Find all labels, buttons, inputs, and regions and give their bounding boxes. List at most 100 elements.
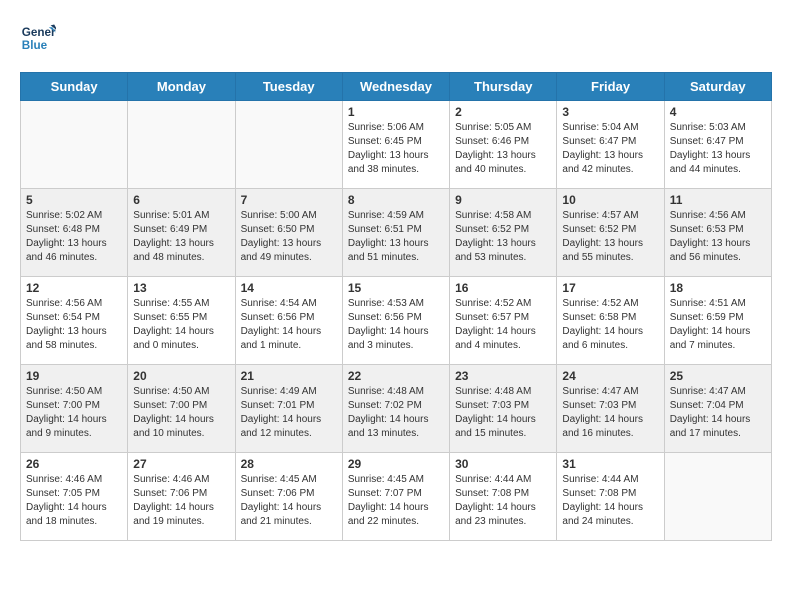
weekday-header: Friday <box>557 73 664 101</box>
calendar-cell: 8Sunrise: 4:59 AM Sunset: 6:51 PM Daylig… <box>342 189 449 277</box>
day-info: Sunrise: 4:45 AM Sunset: 7:06 PM Dayligh… <box>241 473 337 529</box>
day-info: Sunrise: 4:57 AM Sunset: 6:52 PM Dayligh… <box>562 209 658 265</box>
day-info: Sunrise: 5:01 AM Sunset: 6:49 PM Dayligh… <box>133 209 229 265</box>
day-number: 6 <box>133 193 229 207</box>
day-number: 21 <box>241 369 337 383</box>
day-number: 8 <box>348 193 444 207</box>
calendar-cell: 14 Sunrise: 4:54 AM Sunset: 6:56 PM Dayli… <box>235 277 342 365</box>
calendar-cell: 29 Sunrise: 4:45 AM Sunset: 7:07 PM Dayli… <box>342 453 449 541</box>
day-number: 4 <box>670 105 766 119</box>
calendar-cell: 9 Sunrise: 4:58 AM Sunset: 6:52 PM Daylig… <box>450 189 557 277</box>
day-number: 3 <box>562 105 658 119</box>
weekday-header: Saturday <box>664 73 771 101</box>
calendar-week-row: 19 Sunrise: 4:50 AM Sunset: 7:00 PM Dayli… <box>21 365 772 453</box>
day-info: Sunrise: 4:56 AM Sunset: 6:53 PM Dayligh… <box>670 209 766 265</box>
day-info: Sunrise: 5:02 AM Sunset: 6:48 PM Dayligh… <box>26 209 122 265</box>
calendar-week-row: 5 Sunrise: 5:02 AM Sunset: 6:48 PM Daylig… <box>21 189 772 277</box>
day-info: Sunrise: 5:00 AM Sunset: 6:50 PM Dayligh… <box>241 209 337 265</box>
calendar-cell: 18 Sunrise: 4:51 AM Sunset: 6:59 PM Dayli… <box>664 277 771 365</box>
weekday-header: Wednesday <box>342 73 449 101</box>
weekday-header: Sunday <box>21 73 128 101</box>
day-number: 28 <box>241 457 337 471</box>
day-info: Sunrise: 5:06 AM Sunset: 6:45 PM Dayligh… <box>348 121 444 177</box>
day-info: Sunrise: 4:51 AM Sunset: 6:59 PM Dayligh… <box>670 297 766 353</box>
day-number: 1 <box>348 105 444 119</box>
calendar-cell: 22 Sunrise: 4:48 AM Sunset: 7:02 PM Dayli… <box>342 365 449 453</box>
day-number: 29 <box>348 457 444 471</box>
calendar-cell: 24Sunrise: 4:47 AM Sunset: 7:03 PM Dayli… <box>557 365 664 453</box>
calendar-cell: 28 Sunrise: 4:45 AM Sunset: 7:06 PM Dayli… <box>235 453 342 541</box>
day-info: Sunrise: 4:58 AM Sunset: 6:52 PM Dayligh… <box>455 209 551 265</box>
day-info: Sunrise: 4:52 AM Sunset: 6:57 PM Dayligh… <box>455 297 551 353</box>
day-info: Sunrise: 4:48 AM Sunset: 7:03 PM Dayligh… <box>455 385 551 441</box>
calendar-cell: 7 Sunrise: 5:00 AM Sunset: 6:50 PM Daylig… <box>235 189 342 277</box>
day-info: Sunrise: 4:44 AM Sunset: 7:08 PM Dayligh… <box>562 473 658 529</box>
day-number: 31 <box>562 457 658 471</box>
day-info: Sunrise: 4:55 AM Sunset: 6:55 PM Dayligh… <box>133 297 229 353</box>
day-number: 15 <box>348 281 444 295</box>
day-number: 5 <box>26 193 122 207</box>
calendar-cell <box>235 101 342 189</box>
day-info: Sunrise: 4:46 AM Sunset: 7:06 PM Dayligh… <box>133 473 229 529</box>
day-number: 17 <box>562 281 658 295</box>
calendar-cell: 11 Sunrise: 4:56 AM Sunset: 6:53 PM Dayli… <box>664 189 771 277</box>
day-info: Sunrise: 5:03 AM Sunset: 6:47 PM Dayligh… <box>670 121 766 177</box>
day-info: Sunrise: 5:05 AM Sunset: 6:46 PM Dayligh… <box>455 121 551 177</box>
calendar-cell: 6 Sunrise: 5:01 AM Sunset: 6:49 PM Daylig… <box>128 189 235 277</box>
day-number: 23 <box>455 369 551 383</box>
day-number: 10 <box>562 193 658 207</box>
day-info: Sunrise: 4:47 AM Sunset: 7:04 PM Dayligh… <box>670 385 766 441</box>
day-number: 20 <box>133 369 229 383</box>
day-info: Sunrise: 4:48 AM Sunset: 7:02 PM Dayligh… <box>348 385 444 441</box>
logo: General Blue <box>20 20 62 56</box>
day-info: Sunrise: 4:50 AM Sunset: 7:00 PM Dayligh… <box>133 385 229 441</box>
calendar-cell: 23 Sunrise: 4:48 AM Sunset: 7:03 PM Dayli… <box>450 365 557 453</box>
day-number: 2 <box>455 105 551 119</box>
calendar-cell: 17 Sunrise: 4:52 AM Sunset: 6:58 PM Dayli… <box>557 277 664 365</box>
calendar-cell: 13Sunrise: 4:55 AM Sunset: 6:55 PM Dayli… <box>128 277 235 365</box>
calendar-cell <box>128 101 235 189</box>
day-number: 14 <box>241 281 337 295</box>
calendar-cell: 2 Sunrise: 5:05 AM Sunset: 6:46 PM Daylig… <box>450 101 557 189</box>
day-number: 11 <box>670 193 766 207</box>
calendar-cell: 12Sunrise: 4:56 AM Sunset: 6:54 PM Dayli… <box>21 277 128 365</box>
day-number: 19 <box>26 369 122 383</box>
calendar-cell: 19 Sunrise: 4:50 AM Sunset: 7:00 PM Dayli… <box>21 365 128 453</box>
day-info: Sunrise: 4:52 AM Sunset: 6:58 PM Dayligh… <box>562 297 658 353</box>
day-number: 22 <box>348 369 444 383</box>
day-number: 25 <box>670 369 766 383</box>
day-info: Sunrise: 4:45 AM Sunset: 7:07 PM Dayligh… <box>348 473 444 529</box>
day-number: 30 <box>455 457 551 471</box>
page-header: General Blue <box>20 20 772 56</box>
day-number: 24 <box>562 369 658 383</box>
calendar-cell: 31 Sunrise: 4:44 AM Sunset: 7:08 PM Dayli… <box>557 453 664 541</box>
calendar-cell: 20 Sunrise: 4:50 AM Sunset: 7:00 PM Dayli… <box>128 365 235 453</box>
logo-icon: General Blue <box>20 20 56 56</box>
calendar-week-row: 26 Sunrise: 4:46 AM Sunset: 7:05 PM Dayli… <box>21 453 772 541</box>
day-info: Sunrise: 4:54 AM Sunset: 6:56 PM Dayligh… <box>241 297 337 353</box>
weekday-header: Tuesday <box>235 73 342 101</box>
calendar-cell: 1 Sunrise: 5:06 AM Sunset: 6:45 PM Daylig… <box>342 101 449 189</box>
day-number: 12 <box>26 281 122 295</box>
day-number: 26 <box>26 457 122 471</box>
weekday-header: Monday <box>128 73 235 101</box>
calendar-cell: 25 Sunrise: 4:47 AM Sunset: 7:04 PM Dayli… <box>664 365 771 453</box>
weekday-header: Thursday <box>450 73 557 101</box>
day-number: 7 <box>241 193 337 207</box>
calendar-cell <box>21 101 128 189</box>
calendar-cell: 15Sunrise: 4:53 AM Sunset: 6:56 PM Dayli… <box>342 277 449 365</box>
calendar-cell: 30 Sunrise: 4:44 AM Sunset: 7:08 PM Dayli… <box>450 453 557 541</box>
day-number: 9 <box>455 193 551 207</box>
day-info: Sunrise: 4:50 AM Sunset: 7:00 PM Dayligh… <box>26 385 122 441</box>
calendar-cell: 21Sunrise: 4:49 AM Sunset: 7:01 PM Dayli… <box>235 365 342 453</box>
day-info: Sunrise: 4:44 AM Sunset: 7:08 PM Dayligh… <box>455 473 551 529</box>
svg-text:Blue: Blue <box>22 39 48 52</box>
calendar-cell: 10 Sunrise: 4:57 AM Sunset: 6:52 PM Dayli… <box>557 189 664 277</box>
calendar-cell: 3Sunrise: 5:04 AM Sunset: 6:47 PM Daylig… <box>557 101 664 189</box>
day-number: 18 <box>670 281 766 295</box>
calendar-cell: 26 Sunrise: 4:46 AM Sunset: 7:05 PM Dayli… <box>21 453 128 541</box>
calendar-week-row: 12Sunrise: 4:56 AM Sunset: 6:54 PM Dayli… <box>21 277 772 365</box>
day-info: Sunrise: 4:46 AM Sunset: 7:05 PM Dayligh… <box>26 473 122 529</box>
day-number: 16 <box>455 281 551 295</box>
day-number: 27 <box>133 457 229 471</box>
